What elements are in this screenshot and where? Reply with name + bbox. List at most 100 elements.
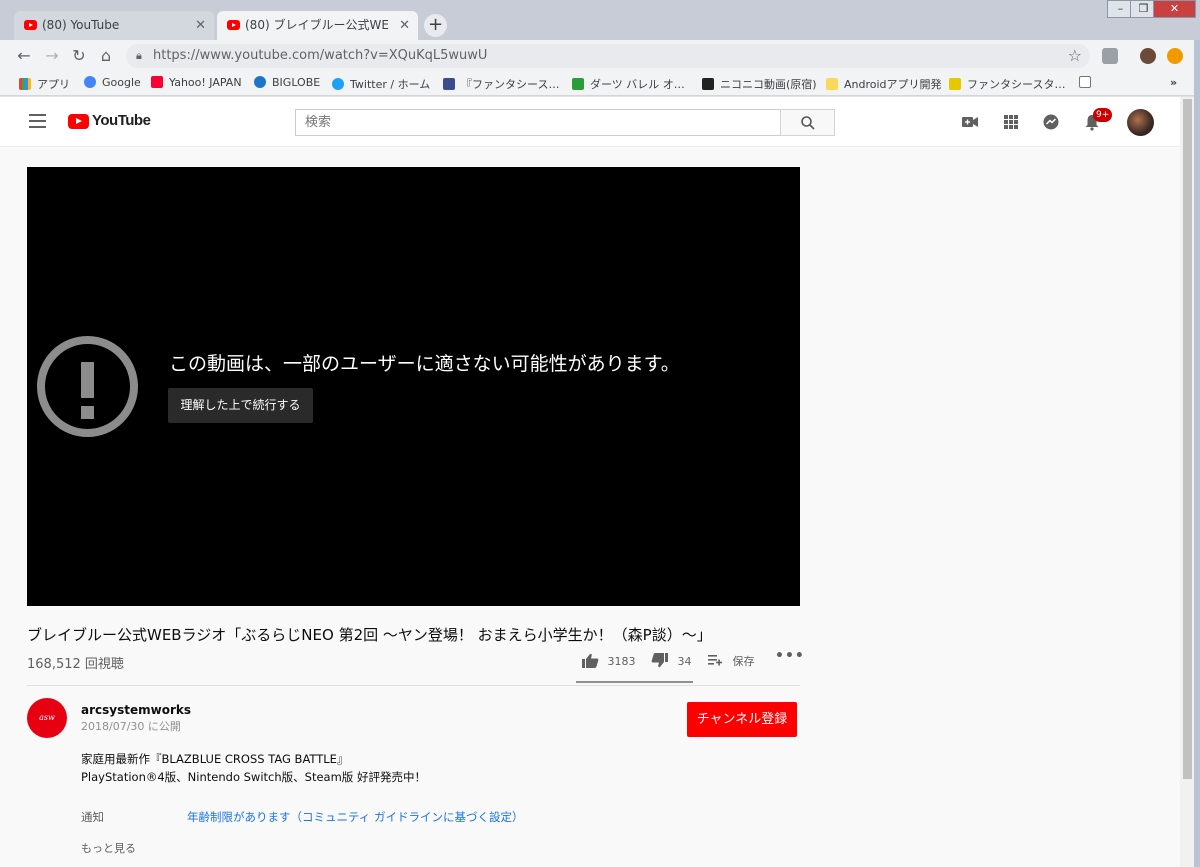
url-text: https://www.youtube.com/watch?v=XQuKqL5w… xyxy=(153,48,488,63)
playlist-add-icon xyxy=(708,655,723,666)
bookmark-label: ニコニコ動画(原宿) xyxy=(720,78,817,91)
more-actions-icon[interactable]: ••• xyxy=(775,648,805,664)
bookmark-label: アプリ xyxy=(37,78,70,91)
content-warning-message: この動画は、一部のユーザーに適さない可能性があります。 xyxy=(169,353,680,375)
bookmark-page[interactable] xyxy=(1079,76,1097,89)
thumbs-up-icon xyxy=(582,653,599,668)
reload-icon[interactable]: ↻ xyxy=(69,46,89,66)
youtube-page: YouTube 検索 9+ この動画は、一部のユーザーに適さない可能性があります… xyxy=(0,97,1180,867)
bookmark-label: ファンタシースタ… xyxy=(967,78,1066,91)
window-close-button[interactable]: ✕ xyxy=(1153,0,1196,18)
bookmark-yahoo[interactable]: Yahoo! JAPAN xyxy=(151,76,242,89)
sentiment-bar xyxy=(576,681,693,683)
tab-youtube-home[interactable]: (80) YouTube ✕ xyxy=(14,11,214,40)
tab-title: (80) YouTube xyxy=(42,18,120,32)
bookmark-google[interactable]: Google xyxy=(84,76,141,89)
biglobe-icon xyxy=(254,76,266,88)
show-more-button[interactable]: もっと見る xyxy=(81,840,136,856)
channel-avatar[interactable]: asw xyxy=(27,698,67,738)
bookmarks-overflow[interactable]: » xyxy=(1170,76,1177,89)
profile-avatar-icon[interactable] xyxy=(1140,48,1156,64)
twitter-icon xyxy=(332,78,344,90)
browser-toolbar: ← → ↻ ⌂ 🔒︎ https://www.youtube.com/watch… xyxy=(0,40,1200,72)
tab-close-icon[interactable]: ✕ xyxy=(399,11,410,40)
bookmark-darts[interactable]: ダーツ バレル オ… xyxy=(572,76,685,92)
subscribe-button[interactable]: チャンネル登録 xyxy=(687,702,797,737)
dislike-button[interactable]: 34 xyxy=(651,653,692,668)
apps-icon[interactable] xyxy=(1002,113,1020,131)
notice-label: 通知 xyxy=(81,810,104,824)
save-button[interactable]: 保存 xyxy=(708,653,755,669)
window-edge xyxy=(1194,40,1200,867)
notification-badge: 9+ xyxy=(1093,108,1113,122)
description-line: PlayStation®4版、Nintendo Switch版、Steam版 好… xyxy=(81,770,426,784)
bookmark-pso2[interactable]: ファンタシースタ… xyxy=(949,76,1065,92)
description-line: 家庭用最新作『BLAZBLUE CROSS TAG BATTLE』 xyxy=(81,752,349,766)
bookmark-biglobe[interactable]: BIGLOBE xyxy=(254,76,320,89)
tab-video[interactable]: (80) ブレイブルー公式WEBラジ ✕ xyxy=(217,11,418,40)
bookmark-apps[interactable]: アプリ xyxy=(19,76,70,92)
like-button[interactable]: 3183 xyxy=(582,653,636,668)
back-arrow-icon[interactable]: ← xyxy=(14,46,34,66)
apps-grid-icon xyxy=(19,78,31,90)
bookmark-star-icon[interactable]: ☆ xyxy=(1068,46,1082,65)
continue-button[interactable]: 理解した上で続行する xyxy=(168,388,313,423)
thumbs-down-icon xyxy=(651,653,668,668)
age-restriction-link[interactable]: 年齢制限があります（コミュニティ ガイドラインに基づく設定） xyxy=(187,809,523,825)
create-video-icon[interactable] xyxy=(961,113,979,131)
folder-icon xyxy=(826,78,838,90)
menu-icon[interactable] xyxy=(29,114,46,128)
publish-date: 2018/07/30 に公開 xyxy=(81,720,181,733)
extension-icon[interactable] xyxy=(1102,48,1118,64)
bookmark-label: Google xyxy=(102,76,141,89)
like-count: 3183 xyxy=(607,655,636,668)
bookmark-twitter[interactable]: Twitter / ホーム xyxy=(332,76,430,92)
youtube-favicon-icon xyxy=(227,20,240,30)
youtube-play-icon xyxy=(68,114,89,129)
bookmark-label: Twitter / ホーム xyxy=(350,78,431,91)
account-avatar[interactable] xyxy=(1127,109,1154,136)
search-box xyxy=(295,109,781,136)
page-icon xyxy=(1079,76,1091,88)
warning-exclamation-icon xyxy=(37,336,138,437)
logo-text: YouTube xyxy=(92,112,151,129)
darts-icon xyxy=(572,78,584,90)
page-scrollbar[interactable] xyxy=(1180,97,1194,867)
channel-name[interactable]: arcsystemworks xyxy=(81,703,191,717)
bookmark-label: 『ファンタシース… xyxy=(461,78,560,91)
bookmark-pso[interactable]: 『ファンタシース… xyxy=(443,76,559,92)
bookmark-label: ダーツ バレル オ… xyxy=(590,78,685,91)
tab-title: (80) ブレイブルー公式WEBラジ xyxy=(245,18,390,32)
browser-window: (80) YouTube ✕ (80) ブレイブルー公式WEBラジ ✕ + – … xyxy=(0,0,1200,867)
search-input[interactable] xyxy=(296,110,780,135)
new-tab-button[interactable]: + xyxy=(424,14,447,37)
scrollbar-thumb[interactable] xyxy=(1183,99,1192,779)
bookmarks-bar: アプリ Google Yahoo! JAPAN BIGLOBE Twitter … xyxy=(0,72,1200,96)
niconico-tv-icon xyxy=(702,78,714,90)
home-icon[interactable]: ⌂ xyxy=(96,46,116,66)
bookmark-label: Androidアプリ開発 xyxy=(844,78,942,91)
divider xyxy=(27,685,800,686)
search-button[interactable] xyxy=(780,109,835,136)
lock-icon: 🔒︎ xyxy=(136,49,142,62)
yahoo-icon xyxy=(151,76,163,88)
video-player[interactable]: この動画は、一部のユーザーに適さない可能性があります。 理解した上で続行する xyxy=(27,167,800,606)
forward-arrow-icon[interactable]: → xyxy=(42,46,62,66)
bookmark-android[interactable]: Androidアプリ開発 xyxy=(826,76,942,92)
sentiment-bar-fill xyxy=(576,681,692,683)
youtube-favicon-icon xyxy=(24,20,37,30)
update-alert-icon[interactable] xyxy=(1167,48,1183,64)
tab-close-icon[interactable]: ✕ xyxy=(195,11,206,40)
save-label: 保存 xyxy=(732,655,755,668)
dislike-count: 34 xyxy=(677,655,692,668)
address-bar[interactable]: 🔒︎ https://www.youtube.com/watch?v=XQuKq… xyxy=(126,44,1090,68)
view-count: 168,512 回視聴 xyxy=(27,657,124,672)
video-title: ブレイブルー公式WEBラジオ「ぶるらじNEO 第2回 ～ヤン登場！ おまえら小学… xyxy=(27,626,712,644)
pso2-icon xyxy=(949,78,961,90)
bookmark-niconico[interactable]: ニコニコ動画(原宿) xyxy=(702,76,817,92)
messages-icon[interactable] xyxy=(1042,113,1060,131)
bookmark-label: Yahoo! JAPAN xyxy=(169,76,242,89)
search-icon xyxy=(800,116,815,130)
tab-strip: (80) YouTube ✕ (80) ブレイブルー公式WEBラジ ✕ + – … xyxy=(0,0,1200,40)
google-icon xyxy=(84,76,96,88)
